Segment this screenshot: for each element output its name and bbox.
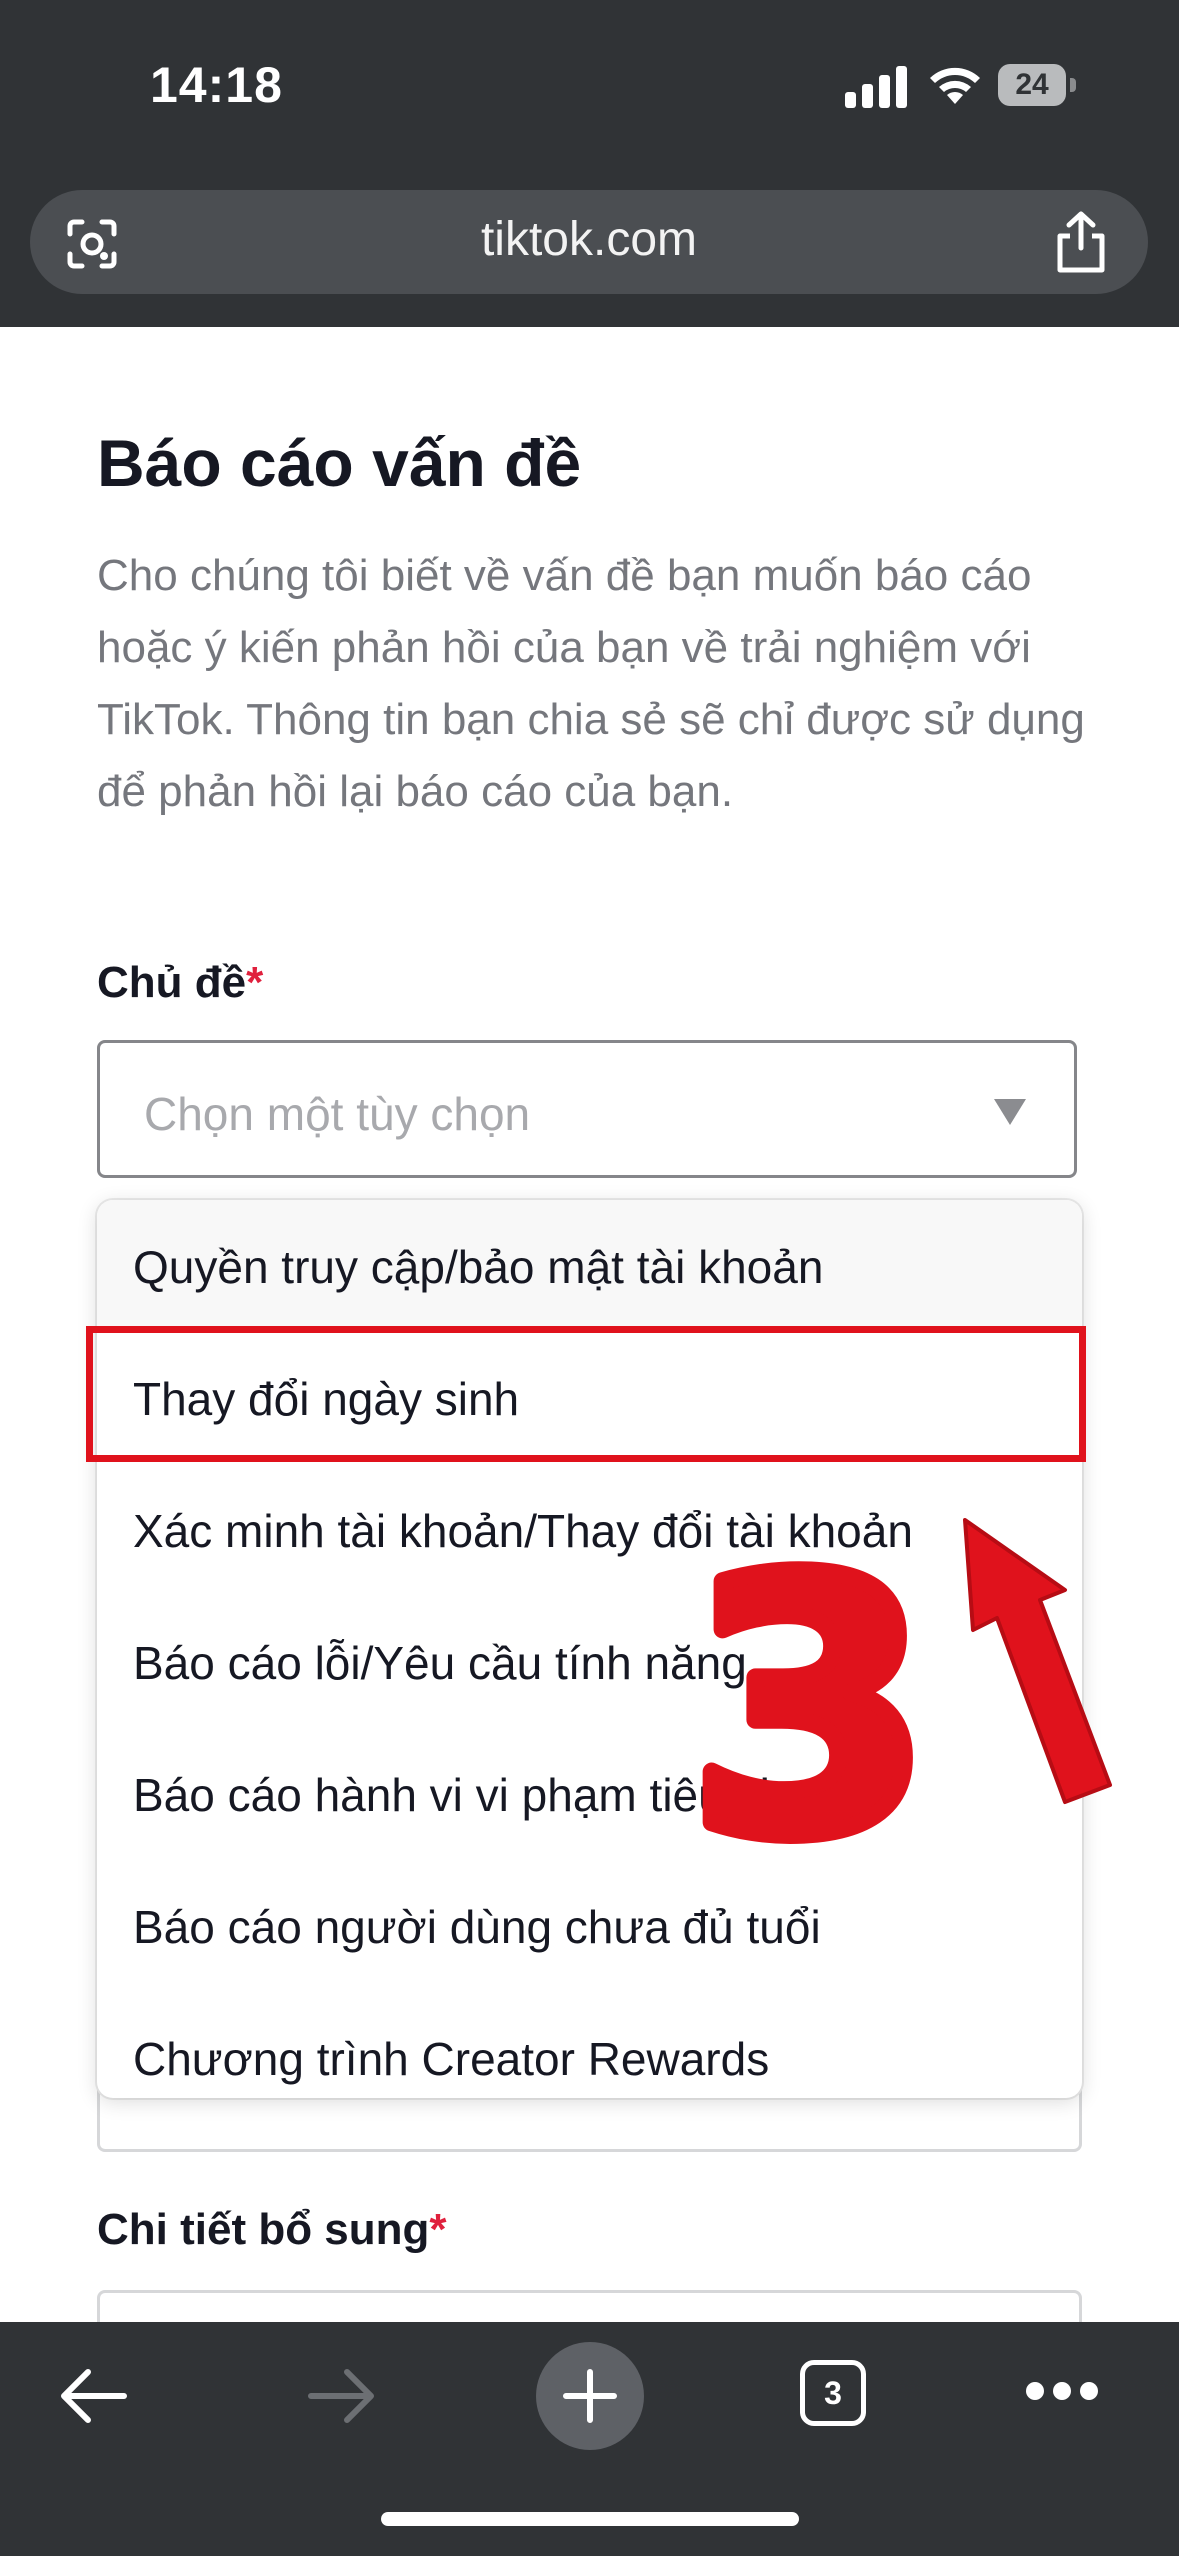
required-mark: * — [246, 958, 264, 1007]
browser-top-bar: 14:18 24 tiktok.com — [0, 0, 1179, 327]
option-label: Báo cáo người dùng chưa đủ tuổi — [133, 1901, 821, 1953]
option-underage-user[interactable]: Báo cáo người dùng chưa đủ tuổi — [97, 1860, 1082, 1992]
back-arrow-icon[interactable] — [58, 2364, 130, 2428]
details-label: Chi tiết bổ sung* — [97, 2205, 447, 2255]
details-label-text: Chi tiết bổ sung — [97, 2205, 430, 2254]
option-label: Báo cáo lỗi/Yêu cầu tính năng — [133, 1637, 747, 1689]
tabs-button[interactable]: 3 — [800, 2360, 866, 2426]
arrow-icon — [963, 1518, 1112, 1804]
option-label: Quyền truy cập/bảo mật tài khoản — [133, 1241, 824, 1293]
highlight-annotation — [86, 1326, 1086, 1462]
url-text[interactable]: tiktok.com — [30, 212, 1148, 267]
topic-label-text: Chủ đề — [97, 958, 247, 1007]
option-account-access[interactable]: Quyền truy cập/bảo mật tài khoản — [97, 1200, 1082, 1332]
cellular-signal-icon — [845, 64, 907, 108]
topic-placeholder: Chọn một tùy chọn — [144, 1088, 531, 1140]
required-mark: * — [429, 2205, 447, 2254]
option-creator-rewards[interactable]: Chương trình Creator Rewards — [97, 1992, 1082, 2098]
page-title: Báo cáo vấn đề — [97, 426, 582, 500]
battery-icon: 24 — [998, 64, 1076, 106]
option-label: Chương trình Creator Rewards — [133, 2033, 770, 2085]
status-time: 14:18 — [150, 57, 283, 113]
more-icon[interactable] — [1026, 2382, 1098, 2402]
new-tab-button[interactable] — [536, 2342, 644, 2450]
plus-icon — [563, 2369, 617, 2423]
address-bar[interactable]: tiktok.com — [30, 190, 1148, 294]
forward-arrow-icon[interactable] — [305, 2364, 377, 2428]
share-icon[interactable] — [1052, 210, 1110, 274]
home-indicator — [381, 2512, 799, 2526]
topic-select[interactable]: Chọn một tùy chọn — [97, 1040, 1077, 1178]
wifi-icon — [930, 67, 980, 104]
chevron-down-icon — [994, 1099, 1026, 1125]
battery-level: 24 — [998, 64, 1066, 106]
page-description: Cho chúng tôi biết về vấn đề bạn muốn bá… — [97, 551, 1085, 816]
step-number: 3 — [690, 1530, 930, 1870]
topic-label: Chủ đề* — [97, 958, 263, 1008]
step-number-annotation: 3 — [690, 1530, 930, 1870]
